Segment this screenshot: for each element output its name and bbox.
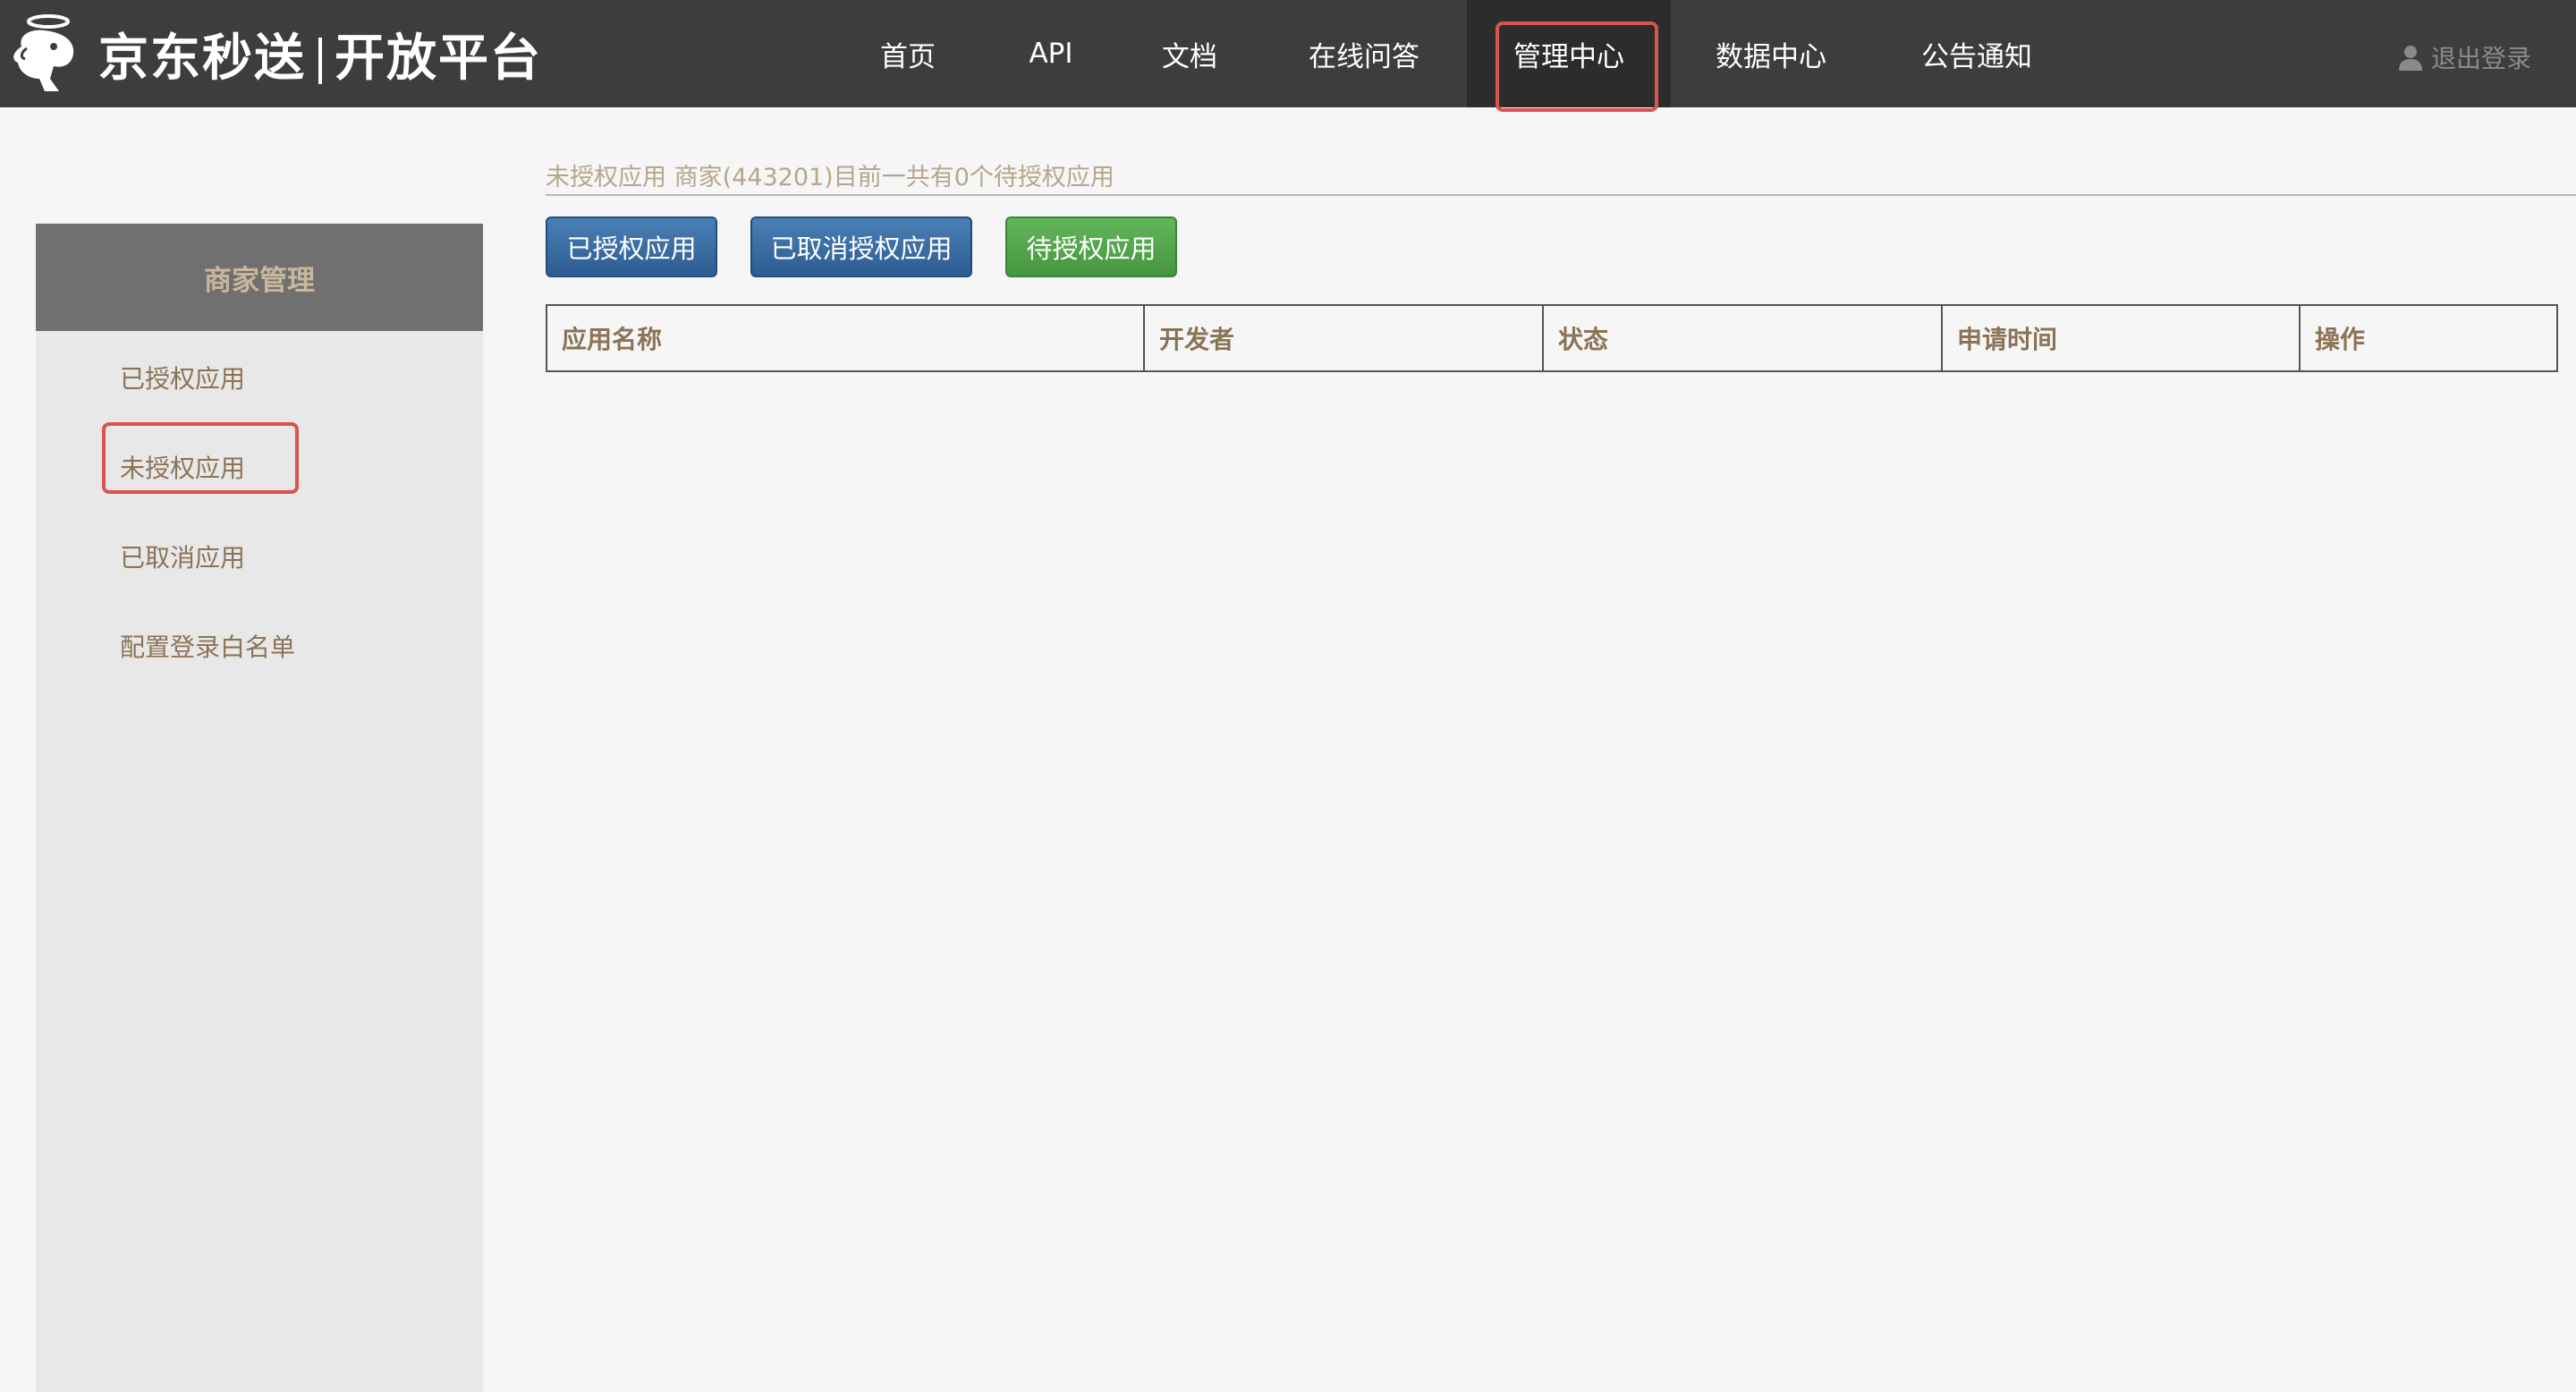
- authorized-apps-button[interactable]: 已授权应用: [546, 216, 717, 277]
- page-summary: 未授权应用 商家(443201)目前一共有0个待授权应用: [546, 157, 2576, 196]
- sidebar-item-cancelled-apps[interactable]: 已取消应用: [120, 539, 245, 574]
- logo-divider: [318, 38, 322, 85]
- top-navbar: 京东秒送 开放平台 首页 API 文档 在线问答 管理中心 数据中心 公告通知 退…: [0, 0, 2576, 112]
- nav-data-center[interactable]: 数据中心: [1695, 0, 1847, 107]
- apps-table-header: 应用名称 开发者 状态 申请时间 操作: [546, 304, 2558, 372]
- nav-docs[interactable]: 文档: [1140, 0, 1239, 107]
- sidebar: 商家管理 已授权应用 未授权应用 已取消应用 配置登录白名单: [36, 224, 483, 1392]
- logo-text-right: 开放平台: [335, 29, 542, 88]
- logo-text: 京东秒送 开放平台: [98, 18, 542, 90]
- column-header-apply-time: 申请时间: [1943, 306, 2301, 370]
- logout-label: 退出登录: [2430, 44, 2531, 73]
- user-icon: [2398, 46, 2422, 71]
- column-header-status: 状态: [1544, 306, 1943, 370]
- column-header-actions: 操作: [2315, 325, 2366, 354]
- logo[interactable]: 京东秒送 开放平台: [9, 13, 542, 95]
- highlight-box: [1496, 21, 1658, 112]
- nav-qa[interactable]: 在线问答: [1288, 0, 1440, 107]
- cancelled-authorization-apps-button[interactable]: 已取消授权应用: [750, 216, 972, 277]
- nav-api[interactable]: API: [1002, 0, 1100, 107]
- sidebar-item-unauthorized-apps[interactable]: 未授权应用: [120, 449, 245, 485]
- logout-link[interactable]: 退出登录: [2397, 39, 2531, 75]
- jd-dog-mascot-icon: [13, 14, 74, 91]
- sidebar-item-authorized-apps[interactable]: 已授权应用: [120, 360, 245, 395]
- nav-home[interactable]: 首页: [859, 0, 957, 107]
- nav-management-center[interactable]: 管理中心: [1467, 0, 1671, 112]
- sidebar-item-login-whitelist[interactable]: 配置登录白名单: [120, 628, 295, 664]
- column-header-developer: 开发者: [1145, 306, 1544, 370]
- sidebar-title: 商家管理: [36, 224, 483, 331]
- nav-announcements[interactable]: 公告通知: [1901, 0, 2053, 107]
- logo-text-left: 京东秒送: [98, 29, 306, 88]
- pending-authorization-apps-button[interactable]: 待授权应用: [1005, 216, 1177, 277]
- column-header-app-name: 应用名称: [547, 306, 1145, 370]
